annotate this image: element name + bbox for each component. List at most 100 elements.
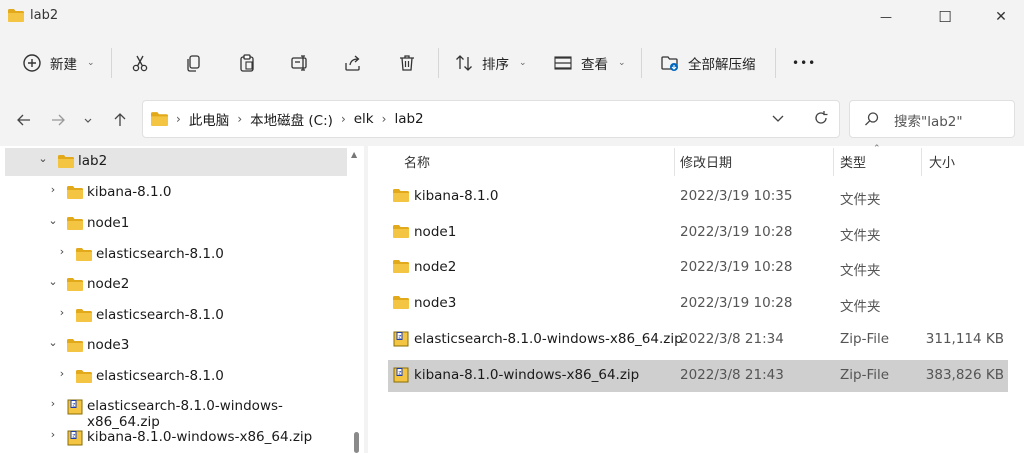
copy-button[interactable] <box>184 46 204 80</box>
column-header-name[interactable]: 名称 <box>404 152 430 171</box>
file-date: 2022/3/19 10:28 <box>680 259 793 275</box>
view-label: 查看 <box>581 57 608 73</box>
minimize-button[interactable]: — <box>863 0 909 34</box>
toolbar-divider <box>775 48 776 78</box>
tree-item-node2[interactable]: ⌄ node2 <box>5 271 347 299</box>
file-type: 文件夹 <box>840 263 881 279</box>
tree-item-lab2[interactable]: ⌄ lab2 <box>5 148 347 176</box>
search-input[interactable]: 搜索"lab2" <box>849 100 1015 138</box>
column-header-date[interactable]: 修改日期 <box>680 152 732 171</box>
rename-button[interactable] <box>290 46 310 80</box>
column-header-type[interactable]: 类型 <box>840 152 866 171</box>
tree-item-elasticsearch-folder[interactable]: › elasticsearch-8.1.0 <box>5 363 347 391</box>
tree-item-elasticsearch-folder[interactable]: › elasticsearch-8.1.0 <box>5 241 347 269</box>
toolbar-divider <box>438 48 439 78</box>
chevron-down-icon[interactable]: ⌄ <box>37 152 49 165</box>
cut-button[interactable] <box>130 46 150 80</box>
extract-all-button[interactable]: 全部解压缩 <box>660 46 756 80</box>
close-button[interactable]: ✕ <box>978 0 1024 34</box>
zip-icon: z <box>67 430 83 446</box>
file-row[interactable]: node1 2022/3/19 10:28 文件夹 <box>388 217 1008 249</box>
scissors-icon <box>132 55 148 72</box>
file-row[interactable]: node2 2022/3/19 10:28 文件夹 <box>388 252 1008 284</box>
extract-folder-icon <box>661 56 678 71</box>
chevron-down-icon <box>84 118 92 123</box>
sort-button[interactable]: 排序 ⌄ <box>454 46 527 80</box>
column-divider[interactable] <box>921 148 922 176</box>
delete-button[interactable] <box>397 46 417 80</box>
breadcrumb-separator-icon: › <box>176 112 181 126</box>
share-button[interactable] <box>343 46 363 80</box>
breadcrumb-item[interactable]: elk <box>354 111 374 127</box>
new-label: 新建 <box>50 57 77 73</box>
address-bar[interactable]: › 此电脑 › 本地磁盘 (C:) › elk › lab2 <box>142 100 840 138</box>
tree-item-label: kibana-8.1.0-windows-x86_64.zip <box>87 429 313 445</box>
zip-icon: z <box>67 399 83 415</box>
scrollbar-thumb[interactable] <box>354 432 359 453</box>
scroll-up-icon[interactable]: ▲ <box>351 150 357 159</box>
recent-locations-button[interactable] <box>76 109 100 131</box>
file-row[interactable]: z kibana-8.1.0-windows-x86_64.zip 2022/3… <box>388 360 1008 392</box>
sort-ascending-icon: ⌃ <box>873 144 881 154</box>
toolbar-divider <box>111 48 112 78</box>
more-options-button[interactable]: ••• <box>792 46 816 80</box>
view-button[interactable]: 查看 ⌄ <box>553 46 626 80</box>
tree-item-node1[interactable]: ⌄ node1 <box>5 210 347 238</box>
refresh-button[interactable] <box>813 110 829 130</box>
folder-icon <box>76 370 92 384</box>
chevron-right-icon[interactable]: › <box>56 245 68 258</box>
chevron-right-icon[interactable]: › <box>56 306 68 319</box>
chevron-right-icon[interactable]: › <box>47 428 59 441</box>
tree-item-elasticsearch-zip[interactable]: › z elasticsearch-8.1.0-windows-x86_64.z… <box>5 393 347 430</box>
file-type: 文件夹 <box>840 228 881 244</box>
file-name: node3 <box>414 295 457 311</box>
maximize-button[interactable]: ☐ <box>922 0 968 34</box>
chevron-right-icon[interactable]: › <box>56 367 68 380</box>
chevron-right-icon[interactable]: › <box>47 397 59 410</box>
breadcrumb-separator-icon: › <box>340 112 346 126</box>
chevron-down-icon[interactable]: ⌄ <box>47 275 59 288</box>
chevron-down-icon[interactable]: ⌄ <box>47 336 59 349</box>
share-icon <box>345 55 360 71</box>
chevron-down-icon: ⌄ <box>618 58 626 68</box>
breadcrumb: › 此电脑 › 本地磁盘 (C:) › elk › lab2 <box>151 101 424 137</box>
tree-item-label: elasticsearch-8.1.0 <box>96 368 224 384</box>
breadcrumb-item[interactable]: 本地磁盘 (C:) <box>250 109 333 129</box>
refresh-icon <box>815 111 828 124</box>
breadcrumb-item[interactable]: lab2 <box>394 111 423 127</box>
title-bar: lab2 — ☐ ✕ <box>0 0 1024 34</box>
column-header-size[interactable]: 大小 <box>929 152 955 171</box>
file-row[interactable]: node3 2022/3/19 10:28 文件夹 <box>388 288 1008 320</box>
tree-item-kibana-zip[interactable]: › z kibana-8.1.0-windows-x86_64.zip <box>5 424 347 452</box>
paste-button[interactable] <box>237 46 257 80</box>
chevron-down-icon[interactable]: ⌄ <box>47 214 59 227</box>
close-icon: ✕ <box>995 9 1007 25</box>
minimize-icon: — <box>880 10 892 24</box>
file-type: 文件夹 <box>840 299 881 315</box>
zip-icon: z <box>393 331 409 347</box>
new-button[interactable]: 新建 ⌄ <box>22 46 95 80</box>
file-row[interactable]: kibana-8.1.0 2022/3/19 10:35 文件夹 <box>388 181 1008 213</box>
back-button[interactable] <box>12 109 36 131</box>
file-row[interactable]: z elasticsearch-8.1.0-windows-x86_64.zip… <box>388 324 1008 356</box>
svg-text:z: z <box>398 370 401 377</box>
breadcrumb-item[interactable]: 此电脑 <box>189 109 230 129</box>
tree-item-kibana-folder[interactable]: › kibana-8.1.0 <box>5 179 347 207</box>
folder-icon <box>76 248 92 262</box>
tree-item-elasticsearch-folder[interactable]: › elasticsearch-8.1.0 <box>5 302 347 330</box>
tree-item-label: node3 <box>87 337 130 353</box>
nav-pane-scrollbar[interactable] <box>349 146 361 453</box>
up-button[interactable] <box>108 109 132 131</box>
folder-icon <box>67 339 83 353</box>
rename-icon <box>291 55 307 71</box>
file-type: 文件夹 <box>840 192 881 208</box>
folder-icon <box>67 186 83 200</box>
column-divider[interactable] <box>674 148 675 176</box>
tree-item-node3[interactable]: ⌄ node3 <box>5 332 347 360</box>
column-divider[interactable] <box>833 148 834 176</box>
address-dropdown-button[interactable] <box>771 111 785 129</box>
svg-text:z: z <box>72 402 75 409</box>
file-date: 2022/3/8 21:34 <box>680 331 784 347</box>
chevron-right-icon[interactable]: › <box>47 183 59 196</box>
forward-button[interactable] <box>46 109 70 131</box>
